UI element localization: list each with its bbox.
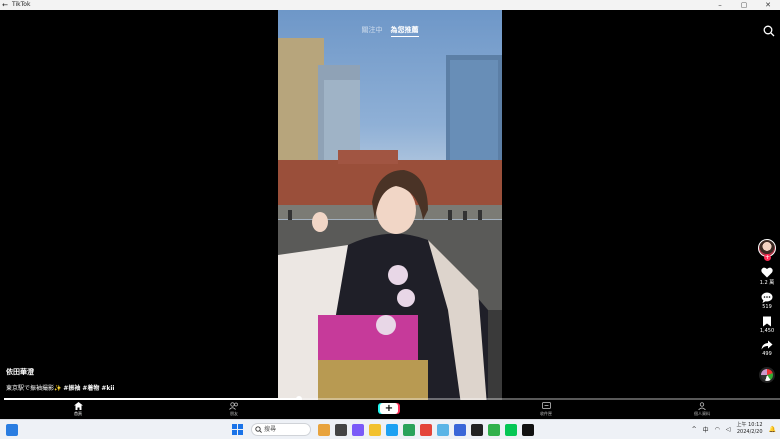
minimize-icon[interactable]: – xyxy=(708,0,732,10)
description-text: 東京駅で振袖撮影✨ xyxy=(6,385,62,392)
chevron-up-icon[interactable]: ^ xyxy=(692,426,697,433)
bookmark-count: 1,450 xyxy=(759,328,775,334)
taskbar-search[interactable]: 搜尋 xyxy=(251,423,311,436)
date: 2024/2/20 xyxy=(736,429,763,435)
nav-label: 首頁 xyxy=(74,411,82,416)
notification-bell-icon[interactable]: 🔔 xyxy=(769,426,776,433)
edge-icon[interactable] xyxy=(386,424,398,436)
system-tray: ^ 中 ◠ ◁ 上午 10:12 2024/2/20 🔔 xyxy=(692,422,776,436)
title-bar: ← TikTok – ▢ ✕ xyxy=(0,0,780,10)
tab-for-you[interactable]: 為您推薦 xyxy=(390,25,419,37)
nav-friends[interactable]: 朋友 xyxy=(214,402,254,417)
inbox-icon xyxy=(541,402,551,409)
search-icon xyxy=(255,426,262,433)
chrome-icon[interactable] xyxy=(420,424,432,436)
nav-label: 朋友 xyxy=(230,411,238,416)
window-title: TikTok xyxy=(12,1,31,8)
share-action[interactable]: 499 xyxy=(761,340,773,357)
video-caption: 依田華澄 東京駅で振袖撮影✨ #振袖 #着物 #kii xyxy=(6,367,114,392)
comment-count: 519 xyxy=(762,304,772,310)
nav-inbox[interactable]: 收件匣 xyxy=(526,402,566,417)
app-icon[interactable] xyxy=(335,424,347,436)
app-icon[interactable] xyxy=(437,424,449,436)
hashtag[interactable]: #振袖 xyxy=(63,385,80,392)
windows-taskbar: 搜尋 ^ 中 ◠ ◁ 上午 10:12 2024/2/20 🔔 xyxy=(0,419,780,439)
tab-following[interactable]: 關注中 xyxy=(362,25,383,37)
video-player[interactable] xyxy=(278,10,502,419)
app-icon[interactable] xyxy=(403,424,415,436)
author-avatar[interactable]: + xyxy=(758,239,776,261)
time: 10:12 xyxy=(748,422,763,428)
share-icon[interactable] xyxy=(761,340,773,350)
action-rail: + 1.2 萬 519 1,450 499 xyxy=(756,239,778,383)
app-icon[interactable] xyxy=(318,424,330,436)
app-icon[interactable] xyxy=(488,424,500,436)
app-icon[interactable] xyxy=(352,424,364,436)
app-icon[interactable] xyxy=(454,424,466,436)
back-arrow-icon[interactable]: ← xyxy=(0,0,10,10)
comment-icon[interactable] xyxy=(761,292,773,303)
author-name[interactable]: 依田華澄 xyxy=(6,367,114,377)
follow-plus-icon[interactable]: + xyxy=(764,254,771,261)
volume-icon[interactable]: ◁ xyxy=(726,426,731,433)
music-disc-icon[interactable] xyxy=(759,367,775,383)
taskbar-clock[interactable]: 上午 10:12 2024/2/20 xyxy=(736,422,762,436)
video-frame-image xyxy=(278,38,502,419)
windows-start-icon[interactable] xyxy=(232,424,243,435)
nav-label: 個人資料 xyxy=(694,411,710,416)
bottom-nav: 首頁 朋友 + 收件匣 個人資料 xyxy=(0,400,780,419)
ime-indicator[interactable]: 中 xyxy=(703,425,709,434)
tiktok-icon[interactable] xyxy=(522,424,534,436)
comment-action[interactable]: 519 xyxy=(761,292,773,310)
tiktok-window: ← TikTok – ▢ ✕ 關注中 為您推薦 + 1.2 萬 519 1,45… xyxy=(0,0,780,439)
close-icon[interactable]: ✕ xyxy=(756,0,780,10)
file-explorer-icon[interactable] xyxy=(369,424,381,436)
taskbar-apps xyxy=(318,424,534,436)
share-count: 499 xyxy=(762,351,772,357)
friends-icon xyxy=(229,402,238,410)
like-action[interactable]: 1.2 萬 xyxy=(759,267,775,286)
maximize-icon[interactable]: ▢ xyxy=(732,0,756,10)
profile-icon xyxy=(698,402,706,410)
feed-tabs: 關注中 為您推薦 xyxy=(278,25,502,37)
hashtag[interactable]: #kii xyxy=(101,385,114,392)
nav-profile[interactable]: 個人資料 xyxy=(682,402,722,417)
home-icon xyxy=(73,402,83,410)
widgets-icon[interactable] xyxy=(6,424,18,436)
taskbar-search-placeholder: 搜尋 xyxy=(264,426,277,433)
create-button[interactable]: + xyxy=(380,403,398,414)
hashtag[interactable]: #着物 xyxy=(82,385,99,392)
search-icon[interactable] xyxy=(763,25,775,37)
like-count: 1.2 萬 xyxy=(759,280,775,286)
heart-icon[interactable] xyxy=(761,267,773,278)
video-description: 東京駅で振袖撮影✨ #振袖 #着物 #kii xyxy=(6,383,114,392)
time-period: 上午 xyxy=(736,422,747,428)
bookmark-icon[interactable] xyxy=(762,316,772,327)
app-icon[interactable] xyxy=(471,424,483,436)
nav-label: 收件匣 xyxy=(540,411,552,416)
bookmark-action[interactable]: 1,450 xyxy=(760,316,774,334)
line-icon[interactable] xyxy=(505,424,517,436)
wifi-icon[interactable]: ◠ xyxy=(715,426,720,433)
nav-home[interactable]: 首頁 xyxy=(58,402,98,417)
